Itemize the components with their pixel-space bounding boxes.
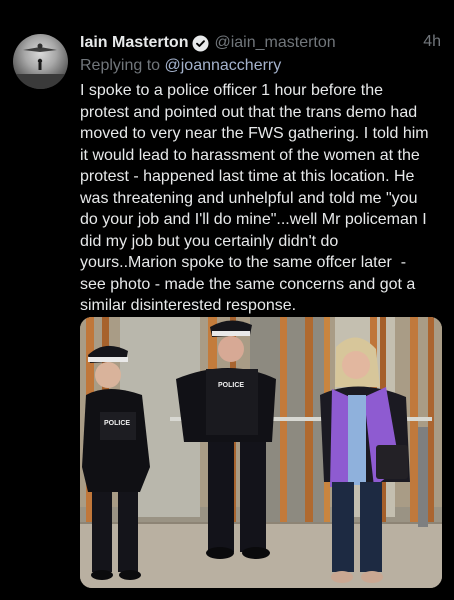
author-avatar[interactable] — [13, 34, 68, 89]
replying-to-line: Replying to @joannaccherry — [80, 57, 281, 75]
author-name[interactable]: Iain Masterton — [80, 34, 188, 52]
tweet-timestamp[interactable]: 4h — [423, 33, 441, 51]
reply-mention-link[interactable]: @joannaccherry — [165, 57, 282, 74]
replying-to-label: Replying to — [80, 57, 165, 74]
author-handle[interactable]: @iain_masterton — [214, 34, 335, 52]
tweet-header: Iain Masterton @iain_masterton 4h — [80, 32, 442, 54]
tweet-body-text: I spoke to a police officer 1 hour befor… — [80, 82, 429, 314]
verified-badge-icon — [192, 35, 209, 52]
tweet-photo[interactable]: POLICE POLICE — [80, 317, 442, 588]
vest-label-middle: POLICE — [218, 382, 244, 389]
vest-label-left: POLICE — [104, 420, 130, 427]
